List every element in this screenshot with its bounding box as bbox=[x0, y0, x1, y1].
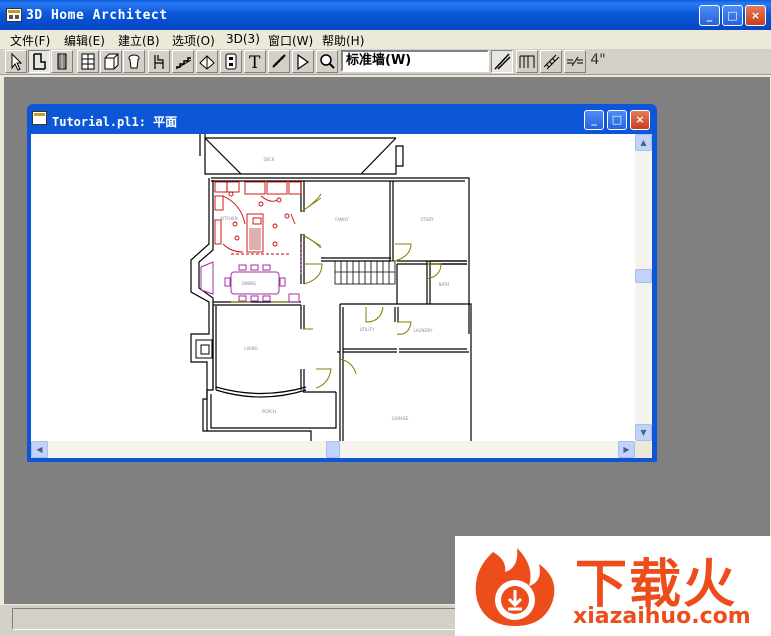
scroll-up-icon[interactable]: ▲ bbox=[635, 134, 652, 151]
wall-type-dropdown[interactable]: 标准墙(W) bbox=[341, 50, 489, 72]
vertical-scrollbar[interactable]: ▲ ▼ bbox=[635, 134, 652, 441]
scroll-down-icon[interactable]: ▼ bbox=[635, 424, 652, 441]
menu-help[interactable]: 帮助(H) bbox=[322, 32, 364, 49]
railing-icon[interactable] bbox=[516, 50, 538, 73]
dimension-tool-icon[interactable] bbox=[268, 50, 290, 73]
door-tool-icon[interactable] bbox=[51, 50, 73, 73]
child-close-button[interactable]: × bbox=[630, 110, 650, 130]
scroll-left-icon[interactable]: ◀ bbox=[31, 441, 48, 458]
plan-window-title: Tutorial.pl1: 平面 bbox=[52, 115, 178, 129]
resize-grip-icon[interactable] bbox=[635, 441, 652, 458]
minimize-button[interactable]: _ bbox=[699, 5, 720, 26]
camera-tool-icon[interactable] bbox=[292, 50, 314, 73]
ladder-icon[interactable] bbox=[540, 50, 562, 73]
app-title: 3D Home Architect bbox=[26, 8, 168, 23]
child-minimize-button[interactable]: _ bbox=[584, 110, 604, 130]
room-label-laundry: LAUNDRY bbox=[413, 328, 433, 333]
watermark-url: xiazaihuo.com bbox=[573, 604, 751, 629]
app-window: 3D Home Architect _ □ × 文件(F) 编辑(E) 建立(B… bbox=[0, 0, 771, 636]
title-bar[interactable]: 3D Home Architect _ □ × bbox=[0, 0, 771, 30]
menu-edit[interactable]: 编辑(E) bbox=[64, 32, 105, 49]
maximize-button[interactable]: □ bbox=[722, 5, 743, 26]
break-wall-icon[interactable] bbox=[564, 50, 586, 73]
watermark-overlay: 下载火 xiazaihuo.com bbox=[455, 536, 771, 636]
plan-child-window[interactable]: Tutorial.pl1: 平面 _ □ × DECK KITCHEN FAMI… bbox=[27, 104, 657, 462]
room-label-dining: DINING bbox=[242, 281, 257, 286]
wall-tool-icon[interactable] bbox=[28, 50, 50, 73]
select-arrow-icon[interactable] bbox=[5, 50, 27, 73]
cabinet-tool-icon[interactable] bbox=[100, 50, 122, 73]
horizontal-scroll-thumb[interactable] bbox=[326, 441, 340, 458]
wall-thickness-label[interactable]: 4" bbox=[586, 50, 610, 72]
menu-bar: 文件(F) 编辑(E) 建立(B) 选项(O) 3D(3) 窗口(W) 帮助(H… bbox=[0, 30, 771, 49]
window-tool-icon[interactable] bbox=[77, 50, 99, 73]
roof-tool-icon[interactable] bbox=[196, 50, 218, 73]
electrical-tool-icon[interactable] bbox=[220, 50, 242, 73]
furniture-tool-icon[interactable] bbox=[148, 50, 170, 73]
close-button[interactable]: × bbox=[745, 5, 766, 26]
menu-3d[interactable]: 3D(3) bbox=[226, 32, 260, 46]
room-label-living: LIVING bbox=[244, 346, 257, 351]
horizontal-scrollbar[interactable]: ◀ ▶ bbox=[31, 441, 635, 458]
room-label-study: STUDY bbox=[420, 217, 434, 222]
svg-text:T: T bbox=[249, 53, 261, 71]
straight-wall-icon[interactable] bbox=[491, 50, 513, 73]
fixture-tool-icon[interactable] bbox=[123, 50, 145, 73]
child-maximize-button[interactable]: □ bbox=[607, 110, 627, 130]
stairs-tool-icon[interactable] bbox=[172, 50, 194, 73]
app-icon[interactable] bbox=[6, 8, 22, 22]
xiazaihuo-logo-icon bbox=[475, 548, 555, 626]
room-label-garage: GARAGE bbox=[392, 416, 409, 421]
text-tool-icon[interactable]: T bbox=[244, 50, 266, 73]
room-label-kitchen: KITCHEN bbox=[220, 216, 237, 221]
vertical-scroll-thumb[interactable] bbox=[635, 269, 652, 283]
floor-plan-canvas[interactable]: DECK KITCHEN FAMILY STUDY DINING BATH UT… bbox=[31, 134, 635, 441]
room-label-deck: DECK bbox=[263, 157, 274, 162]
status-pane bbox=[12, 608, 457, 630]
scroll-right-icon[interactable]: ▶ bbox=[618, 441, 635, 458]
menu-build[interactable]: 建立(B) bbox=[118, 32, 160, 49]
zoom-tool-icon[interactable] bbox=[316, 50, 338, 73]
floor-plan-drawing: DECK KITCHEN FAMILY STUDY DINING BATH UT… bbox=[190, 134, 472, 441]
menu-file[interactable]: 文件(F) bbox=[10, 32, 50, 49]
room-label-porch: PORCH bbox=[262, 409, 276, 414]
room-labels: DECK KITCHEN FAMILY STUDY DINING BATH UT… bbox=[220, 157, 449, 421]
menu-options[interactable]: 选项(O) bbox=[172, 32, 215, 49]
plan-doc-icon[interactable] bbox=[32, 111, 47, 125]
menu-window[interactable]: 窗口(W) bbox=[268, 32, 313, 49]
room-label-utility: UTILITY bbox=[360, 327, 375, 332]
room-label-family: FAMILY bbox=[335, 217, 349, 222]
room-label-bath: BATH bbox=[439, 282, 450, 287]
